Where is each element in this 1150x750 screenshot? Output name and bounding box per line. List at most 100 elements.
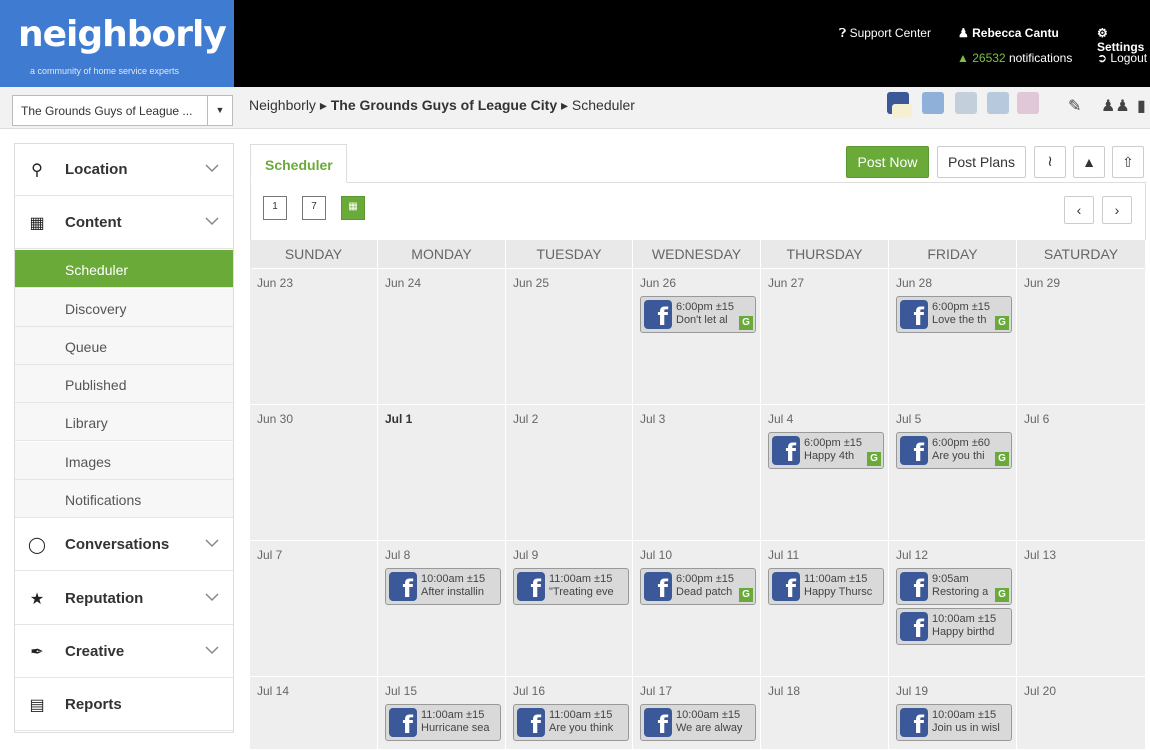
day-number: Jul 4 — [768, 412, 794, 426]
sidebar-item-library[interactable]: Library — [15, 403, 233, 441]
day-number: Jul 5 — [896, 412, 922, 426]
scheduled-post[interactable]: f 11:00am ±15 Are you think — [513, 704, 629, 741]
day-number: Jun 29 — [1024, 276, 1061, 290]
calendar-day-cell[interactable]: Jun 30 — [250, 405, 378, 541]
calendar-day-cell[interactable]: Jul 13 — [1017, 541, 1146, 677]
post-time: 11:00am ±15 — [421, 709, 485, 721]
day-number: Jul 6 — [1024, 412, 1050, 426]
calendar-day-cell[interactable]: Jul 20 — [1017, 677, 1146, 750]
location-select-value: The Grounds Guys of League ... — [21, 104, 193, 118]
scheduled-post[interactable]: f 6:00pm ±15 Don't let al G — [640, 296, 756, 333]
map-pin-icon: ⚲ — [31, 162, 43, 179]
facebook-icon: f — [517, 708, 545, 739]
support-center-link[interactable]: ❓︎ Support Center — [839, 26, 931, 41]
breadcrumb-business[interactable]: The Grounds Guys of League City — [331, 97, 557, 113]
calendar-day-cell[interactable]: Jun 24 — [378, 269, 506, 405]
trash-icon[interactable]: ▮ — [1137, 96, 1146, 116]
pencil-icon[interactable]: ✎ — [1068, 96, 1081, 116]
scheduled-post[interactable]: f 6:00pm ±15 Dead patch G — [640, 568, 756, 605]
calendar-day-cell[interactable]: Jun 28 — [889, 269, 1017, 405]
sidebar-section-conversations[interactable]: ◯ Conversations — [15, 519, 233, 571]
chevron-down-icon — [205, 539, 219, 548]
scheduled-post[interactable]: f 11:00am ±15 Hurricane sea — [385, 704, 501, 741]
calendar-day-cell[interactable]: Jul 2 — [506, 405, 633, 541]
calendar-icon: ▦ — [29, 215, 45, 232]
calendar-day-cell[interactable]: Jul 3 — [633, 405, 761, 541]
calendar-day-cell[interactable]: Jul 18 — [761, 677, 889, 750]
previous-month-button[interactable]: ‹ — [1064, 196, 1094, 224]
gear-icon: ⚙ — [1097, 26, 1108, 40]
calendar-day-cell[interactable]: Jun 23 — [250, 269, 378, 405]
scheduled-post[interactable]: f 10:00am ±15 After installin — [385, 568, 501, 605]
calendar-day-cell[interactable]: Jul 14 — [250, 677, 378, 750]
scheduled-post[interactable]: f 11:00am ±15 Happy Thursc — [768, 568, 884, 605]
scheduled-post[interactable]: f 9:05am Restoring aG — [896, 568, 1012, 605]
brand-logo[interactable]: neighborly a community of home service e… — [0, 0, 234, 87]
post-text: We are alway — [676, 722, 743, 734]
day-number: Jul 18 — [768, 684, 801, 698]
user-menu[interactable]: ♟ Rebecca Cantu — [958, 26, 1059, 40]
calendar-day-cell[interactable]: Jul 11 — [761, 541, 889, 677]
scheduled-post[interactable]: f 6:00pm ±15 Love the th G — [896, 296, 1012, 333]
facebook-icon: f — [389, 572, 417, 603]
day-number: Jun 27 — [768, 276, 805, 290]
instagram-account-icon[interactable] — [1017, 92, 1039, 114]
rss-feed-button[interactable]: ≀ — [1034, 146, 1066, 178]
logo-wordmark: neighborly — [18, 14, 227, 55]
post-time: 10:00am ±15 — [421, 573, 486, 585]
calendar-day-cell[interactable]: Jun 27 — [761, 269, 889, 405]
upload-button[interactable]: ⇧ — [1112, 146, 1144, 178]
calendar-day-cell[interactable]: Jul 9 — [506, 541, 633, 677]
linkedin-account-icon[interactable] — [987, 92, 1009, 114]
scheduled-post[interactable]: f 6:00pm ±60 Are you thi G — [896, 432, 1012, 469]
sidebar-item-discovery[interactable]: Discovery — [15, 289, 233, 327]
scheduled-post[interactable]: f 11:00am ±15 "Treating eve — [513, 568, 629, 605]
scheduled-post[interactable]: f 10:00am ±15 Happy birthd — [896, 608, 1012, 645]
sidebar-section-location[interactable]: ⚲ Location — [15, 144, 233, 196]
thumbs-up-icon: ▲ — [1082, 154, 1096, 170]
google-account-icon[interactable] — [955, 92, 977, 114]
post-now-button[interactable]: Post Now — [846, 146, 929, 178]
sidebar-section-creative[interactable]: ✒ Creative — [15, 626, 233, 678]
calendar-day-cell[interactable]: Jul 4 — [761, 405, 889, 541]
sidebar-item-scheduler[interactable]: Scheduler — [15, 250, 233, 288]
calendar-day-cell[interactable]: Jul 1 — [378, 405, 506, 541]
like-button[interactable]: ▲ — [1073, 146, 1105, 178]
day-view-button[interactable]: 1 — [263, 196, 287, 220]
calendar-day-cell[interactable]: Jul 8 — [378, 541, 506, 677]
post-plans-button[interactable]: Post Plans — [937, 146, 1026, 178]
month-view-button[interactable]: ▦ — [341, 196, 365, 220]
notifications-link[interactable]: ▲ 26532 notifications — [957, 51, 1072, 65]
chevron-down-icon — [205, 646, 219, 655]
calendar-day-cell[interactable]: Jul 5 — [889, 405, 1017, 541]
day-number: Jul 8 — [385, 548, 411, 562]
sidebar-item-notifications[interactable]: Notifications — [15, 480, 233, 518]
logout-link[interactable]: ➲ Logout — [1097, 51, 1147, 65]
calendar-day-cell[interactable]: Jul 6 — [1017, 405, 1146, 541]
tab-scheduler[interactable]: Scheduler — [250, 144, 347, 183]
week-view-button[interactable]: 7 — [302, 196, 326, 220]
calendar-day-cell[interactable]: Jun 25 — [506, 269, 633, 405]
sidebar-item-queue[interactable]: Queue — [15, 327, 233, 365]
location-select[interactable]: The Grounds Guys of League ... ▼ — [12, 95, 233, 126]
breadcrumb-root[interactable]: Neighborly — [249, 97, 316, 113]
sidebar-section-reputation[interactable]: ★ Reputation — [15, 573, 233, 625]
scheduled-post[interactable]: f 10:00am ±15 Join us in wisl — [896, 704, 1012, 741]
day-number: Jul 10 — [640, 548, 673, 562]
sidebar-section-reports[interactable]: ▤ Reports — [15, 679, 233, 731]
users-icon[interactable]: ♟♟ — [1101, 96, 1130, 116]
scheduled-post[interactable]: f 6:00pm ±15 Happy 4th G — [768, 432, 884, 469]
sidebar-section-content[interactable]: ▦ Content — [15, 197, 233, 249]
twitter-account-icon[interactable] — [922, 92, 944, 114]
weekday-header: MONDAY — [378, 240, 506, 268]
next-month-button[interactable]: › — [1102, 196, 1132, 224]
settings-link[interactable]: ⚙ Settings — [1097, 26, 1150, 54]
sidebar-item-images[interactable]: Images — [15, 442, 233, 480]
calendar-day-cell[interactable]: Jun 29 — [1017, 269, 1146, 405]
calendar-day-cell[interactable]: Jun 26 — [633, 269, 761, 405]
rss-icon: ≀ — [1047, 153, 1053, 170]
scheduled-post[interactable]: f 10:00am ±15 We are alway — [640, 704, 756, 741]
sidebar-item-published[interactable]: Published — [15, 365, 233, 403]
calendar-day-cell[interactable]: Jul 10 — [633, 541, 761, 677]
calendar-day-cell[interactable]: Jul 7 — [250, 541, 378, 677]
